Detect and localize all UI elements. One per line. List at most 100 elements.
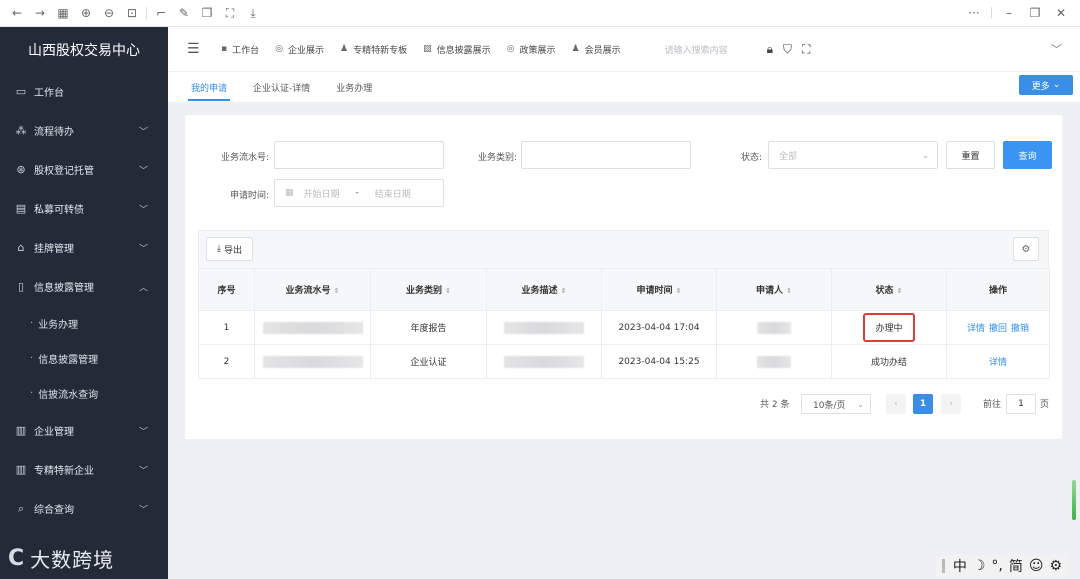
sidebar-item-specialized[interactable]: ▥ 专精特新企业 ﹀	[0, 450, 168, 489]
scrollbar-thumb[interactable]	[1072, 480, 1076, 520]
zoom-in-icon[interactable]: ⊕	[75, 2, 97, 24]
menu-toggle-icon[interactable]: ☰	[187, 41, 201, 57]
file-icon: ▯	[17, 280, 25, 293]
status-select[interactable]: 全部 ⌄	[768, 141, 938, 169]
watermark: C 大数跨境	[8, 544, 114, 573]
table-header-row: 序号 业务流水号 ⇕ 业务类别 ⇕ 业务描述 ⇕ 申请时间 ⇕ 申请人 ⇕ 状态 ⇕ 操作	[198, 268, 1050, 311]
search-input[interactable]: 请输入搜索内容	[665, 43, 745, 56]
gear-icon[interactable]: ⚙	[1013, 237, 1039, 261]
goto-label: 前往	[983, 400, 1002, 410]
detail-link[interactable]: 详情	[967, 324, 985, 334]
copy-icon: ▨	[423, 44, 432, 54]
close-icon[interactable]: ✕	[1050, 2, 1072, 24]
chevron-down-icon: ﹀	[138, 427, 148, 437]
sidebar-item-listing[interactable]: ⌂ 挂牌管理 ﹀	[0, 228, 168, 267]
status-label: 状态:	[740, 153, 762, 163]
cell-serial-redacted	[254, 344, 371, 379]
chevron-down-icon: ﹀	[138, 505, 148, 515]
detail-link[interactable]: 详情	[989, 358, 1007, 368]
chevron-down-icon: ﹀	[138, 166, 148, 176]
ime-simplified[interactable]: 简	[1009, 556, 1023, 576]
apps-icon[interactable]: ▦	[52, 2, 74, 24]
sidebar-subitem-flow[interactable]: · 信披流水查询	[0, 376, 168, 411]
page-number-current[interactable]: 1	[913, 394, 933, 414]
tab-my-applications[interactable]: 我的申请	[178, 72, 240, 102]
bag-icon: ⌂	[17, 241, 25, 254]
cell-description-redacted	[486, 310, 602, 345]
sidebar-item-bond[interactable]: ▤ 私募可转债 ﹀	[0, 189, 168, 228]
end-date-input[interactable]: 结束日期	[375, 187, 411, 200]
sidebar-item-query[interactable]: ⌕ 综合查询 ﹀	[0, 489, 168, 528]
download-icon[interactable]: ⤓	[242, 2, 264, 24]
back-icon[interactable]: ←	[6, 2, 28, 24]
col-header-description[interactable]: 业务描述 ⇕	[486, 268, 602, 311]
nav-link-members[interactable]: ♟ 会员展示	[572, 43, 621, 56]
goto-page-input[interactable]: 1	[1006, 394, 1036, 414]
col-header-status[interactable]: 状态 ⇕	[831, 268, 947, 311]
col-header-index: 序号	[198, 268, 255, 311]
forward-icon[interactable]: →	[29, 2, 51, 24]
chevron-down-icon[interactable]: ﹀	[1051, 41, 1062, 57]
capture-icon[interactable]: ⛶	[219, 2, 241, 24]
export-button[interactable]: ⤓ 导出	[206, 237, 253, 261]
col-header-applicant[interactable]: 申请人 ⇕	[716, 268, 832, 311]
nav-link-policy[interactable]: ◎ 政策展示	[507, 43, 556, 56]
browser-toolbar: ← → ▦ ⊕ ⊖ ⊡ ⌐ ✎ ❐ ⛶ ⤓ ··· – ❐ ✕	[0, 0, 1080, 27]
export-label: 导出	[223, 245, 242, 256]
fullscreen-icon[interactable]: ⛶	[802, 42, 810, 57]
fit-icon[interactable]: ⊡	[121, 2, 143, 24]
table-row: 1 年度报告 2023-04-04 17:04 办理中 详情 撤回 撤销	[198, 310, 1050, 345]
crop-icon[interactable]: ⌐	[150, 2, 172, 24]
serial-input[interactable]	[274, 141, 444, 169]
cell-status: 成功办结	[831, 344, 947, 379]
restore-icon[interactable]: ❐	[1024, 2, 1046, 24]
col-header-serial[interactable]: 业务流水号 ⇕	[254, 268, 371, 311]
date-range-picker[interactable]: ▦ 开始日期 - 结束日期	[274, 179, 444, 207]
category-input[interactable]	[521, 141, 691, 169]
ime-grip[interactable]	[941, 559, 945, 573]
moon-icon[interactable]: ☽	[973, 558, 986, 574]
emoji-icon[interactable]: ☺	[1029, 558, 1044, 574]
nav-link-specialized-board[interactable]: ♟ 专精特新专板	[340, 43, 407, 56]
more-button[interactable]: 更多 ⌄	[1019, 75, 1073, 95]
sidebar-item-label: 流程待办	[34, 127, 74, 138]
nav-link-disclosure[interactable]: ▨ 信息披露展示	[423, 43, 491, 56]
prev-page-button[interactable]: ‹	[886, 394, 906, 414]
reset-button[interactable]: 重置	[946, 141, 995, 169]
query-button[interactable]: 查询	[1003, 141, 1052, 169]
revoke-link[interactable]: 撤销	[1011, 324, 1029, 334]
more-dots-icon[interactable]: ···	[963, 2, 985, 24]
category-label: 业务类别:	[477, 153, 517, 163]
lock-icon[interactable]: 🔒︎	[767, 42, 773, 57]
next-page-button[interactable]: ›	[941, 394, 961, 414]
copy-icon[interactable]: ❐	[196, 2, 218, 24]
edit-icon[interactable]: ✎	[173, 2, 195, 24]
start-date-input[interactable]: 开始日期	[304, 187, 340, 200]
nav-link-workbench[interactable]: ▪ 工作台	[221, 43, 259, 56]
minimize-icon[interactable]: –	[998, 2, 1020, 24]
sidebar-item-workbench[interactable]: ▭ 工作台	[0, 72, 168, 111]
applications-table: 序号 业务流水号 ⇕ 业务类别 ⇕ 业务描述 ⇕ 申请时间 ⇕ 申请人 ⇕ 状态 ⇕ 操作 …	[198, 268, 1050, 379]
sidebar-item-disclosure[interactable]: ▯ 信息披露管理 ︿	[0, 267, 168, 306]
cell-applicant-redacted	[716, 344, 832, 379]
col-header-time[interactable]: 申请时间 ⇕	[601, 268, 717, 311]
time-label: 申请时间:	[229, 191, 269, 201]
col-header-category[interactable]: 业务类别 ⇕	[370, 268, 487, 311]
nav-link-companies[interactable]: ◎ 企业展示	[275, 43, 324, 56]
sidebar-item-company[interactable]: ▥ 企业管理 ﹀	[0, 411, 168, 450]
withdraw-link[interactable]: 撤回	[989, 324, 1007, 334]
shirt-icon[interactable]: ⛉	[783, 42, 792, 57]
sidebar-subitem-disclosure[interactable]: · 信息披露管理	[0, 341, 168, 376]
tab-company-certification[interactable]: 企业认证-详情	[240, 72, 323, 102]
sidebar-subitem-business[interactable]: · 业务办理	[0, 306, 168, 341]
page-size-select[interactable]: 10条/页 ⌄	[801, 394, 871, 414]
punctuation-icon[interactable]: °,	[991, 558, 1002, 574]
gear-icon[interactable]: ⚙	[1049, 558, 1062, 574]
sidebar-item-equity[interactable]: ⊛ 股权登记托管 ﹀	[0, 150, 168, 189]
bullet-icon: ·	[30, 353, 34, 364]
sidebar-item-process[interactable]: ⁂ 流程待办 ﹀	[0, 111, 168, 150]
page-size-value: 10条/页	[813, 400, 846, 411]
tab-business[interactable]: 业务办理	[323, 72, 385, 102]
zoom-out-icon[interactable]: ⊖	[98, 2, 120, 24]
ime-mode[interactable]: 中	[953, 556, 967, 576]
